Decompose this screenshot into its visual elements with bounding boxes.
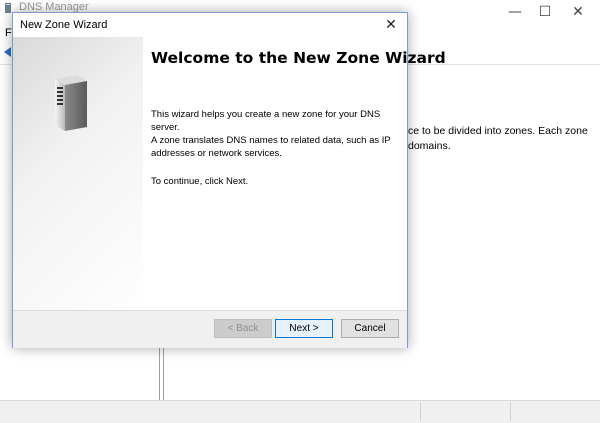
wizard-zone-description: A zone translates DNS names to related d… <box>151 135 391 159</box>
minimize-button[interactable]: — <box>500 2 530 22</box>
wizard-close-button[interactable]: ✕ <box>381 16 401 34</box>
menu-file[interactable]: F <box>5 27 12 39</box>
back-button[interactable]: < Back <box>214 319 272 338</box>
wizard-titlebar[interactable]: New Zone Wizard ✕ <box>13 13 407 37</box>
new-zone-wizard-dialog: New Zone Wizard ✕ Welcome to the New Zon… <box>12 12 446 348</box>
server-icon <box>55 75 87 131</box>
wizard-body: Welcome to the New Zone Wizard This wiza… <box>13 37 446 322</box>
back-arrow-icon[interactable] <box>2 46 12 58</box>
close-window-button[interactable]: ✕ <box>563 2 593 22</box>
status-separator <box>510 402 511 421</box>
cancel-button[interactable]: Cancel <box>341 319 399 338</box>
maximize-button[interactable]: ☐ <box>530 2 560 22</box>
status-separator <box>420 402 421 421</box>
next-button[interactable]: Next > <box>275 319 333 338</box>
wizard-continue-text: To continue, click Next. <box>151 176 249 187</box>
wizard-title: New Zone Wizard <box>20 19 108 31</box>
wizard-heading: Welcome to the New Zone Wizard <box>151 49 446 67</box>
details-text: ce to be divided into zones. Each zone d… <box>408 125 588 152</box>
wizard-intro-text: This wizard helps you create a new zone … <box>151 109 381 133</box>
wizard-side-panel <box>13 37 143 322</box>
